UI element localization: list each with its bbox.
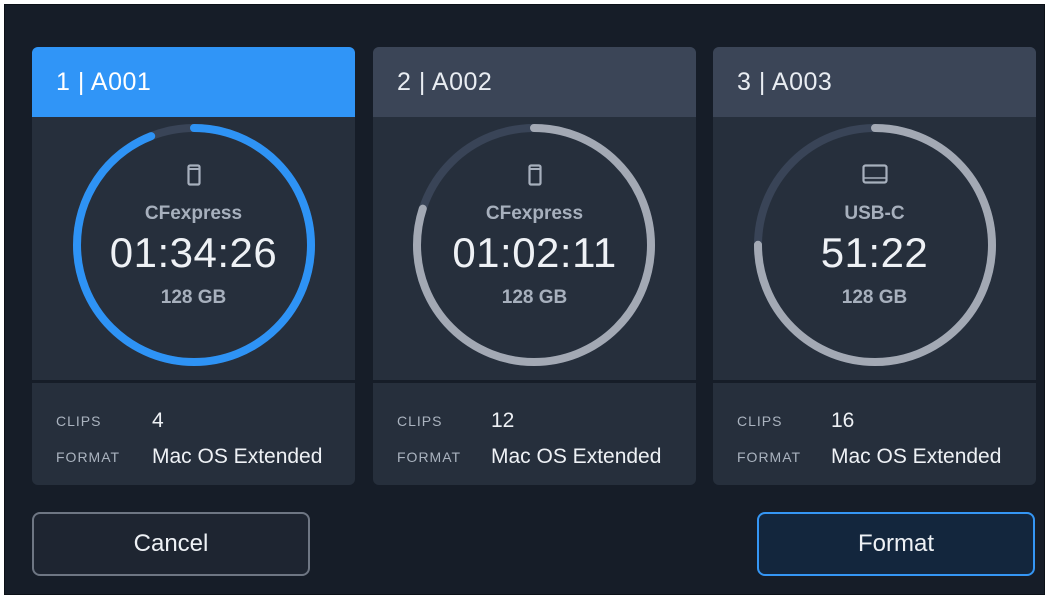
format-row: FORMAT Mac OS Extended xyxy=(737,439,1036,475)
format-value: Mac OS Extended xyxy=(152,445,323,468)
time-remaining: 01:02:11 xyxy=(452,229,617,276)
format-row: FORMAT Mac OS Extended xyxy=(397,439,696,475)
clips-label: CLIPS xyxy=(737,413,783,429)
time-remaining: 01:34:26 xyxy=(109,229,278,276)
cancel-button[interactable]: Cancel xyxy=(32,512,310,576)
time-remaining: 51:22 xyxy=(820,229,929,276)
media-type: CFexpress xyxy=(485,203,584,224)
format-button[interactable]: Format xyxy=(757,512,1035,576)
card-body: USB-C 51:22 128 GB xyxy=(713,117,1036,380)
media-card-1[interactable]: 1 | A001 CFexpress 01:34:26 128 GB CLIPS… xyxy=(32,47,355,485)
clips-value: 4 xyxy=(152,409,164,432)
format-value: Mac OS Extended xyxy=(491,445,662,468)
card-info: CLIPS 4 FORMAT Mac OS Extended xyxy=(32,383,355,475)
card-header: 3 | A003 xyxy=(713,47,1036,117)
clips-row: CLIPS 16 xyxy=(737,403,1036,439)
clips-value: 12 xyxy=(491,409,515,432)
clips-row: CLIPS 12 xyxy=(397,403,696,439)
cfexpress-card-icon xyxy=(32,164,355,186)
format-value: Mac OS Extended xyxy=(831,445,1002,468)
cfexpress-card-icon xyxy=(373,164,696,186)
capacity: 128 GB xyxy=(160,287,227,308)
card-info: CLIPS 16 FORMAT Mac OS Extended xyxy=(713,383,1036,475)
clips-value: 16 xyxy=(831,409,855,432)
format-media-screen: 1 | A001 CFexpress 01:34:26 128 GB CLIPS… xyxy=(4,4,1045,595)
card-body: CFexpress 01:34:26 128 GB xyxy=(32,117,355,380)
card-body: CFexpress 01:02:11 128 GB xyxy=(373,117,696,380)
card-info: CLIPS 12 FORMAT Mac OS Extended xyxy=(373,383,696,475)
card-header: 1 | A001 xyxy=(32,47,355,117)
format-row: FORMAT Mac OS Extended xyxy=(56,439,355,475)
clips-label: CLIPS xyxy=(397,413,443,429)
format-label: FORMAT xyxy=(397,449,462,465)
media-type: USB-C xyxy=(844,203,905,224)
card-header: 2 | A002 xyxy=(373,47,696,117)
capacity: 128 GB xyxy=(841,287,908,308)
media-type: CFexpress xyxy=(144,203,243,224)
clips-row: CLIPS 4 xyxy=(56,403,355,439)
clips-label: CLIPS xyxy=(56,413,102,429)
capacity: 128 GB xyxy=(501,287,568,308)
media-card-3[interactable]: 3 | A003 USB-C 51:22 128 GB CLIPS 16 FOR… xyxy=(713,47,1036,485)
usb-drive-icon xyxy=(713,164,1036,186)
format-label: FORMAT xyxy=(737,449,802,465)
media-card-2[interactable]: 2 | A002 CFexpress 01:02:11 128 GB CLIPS… xyxy=(373,47,696,485)
format-label: FORMAT xyxy=(56,449,121,465)
